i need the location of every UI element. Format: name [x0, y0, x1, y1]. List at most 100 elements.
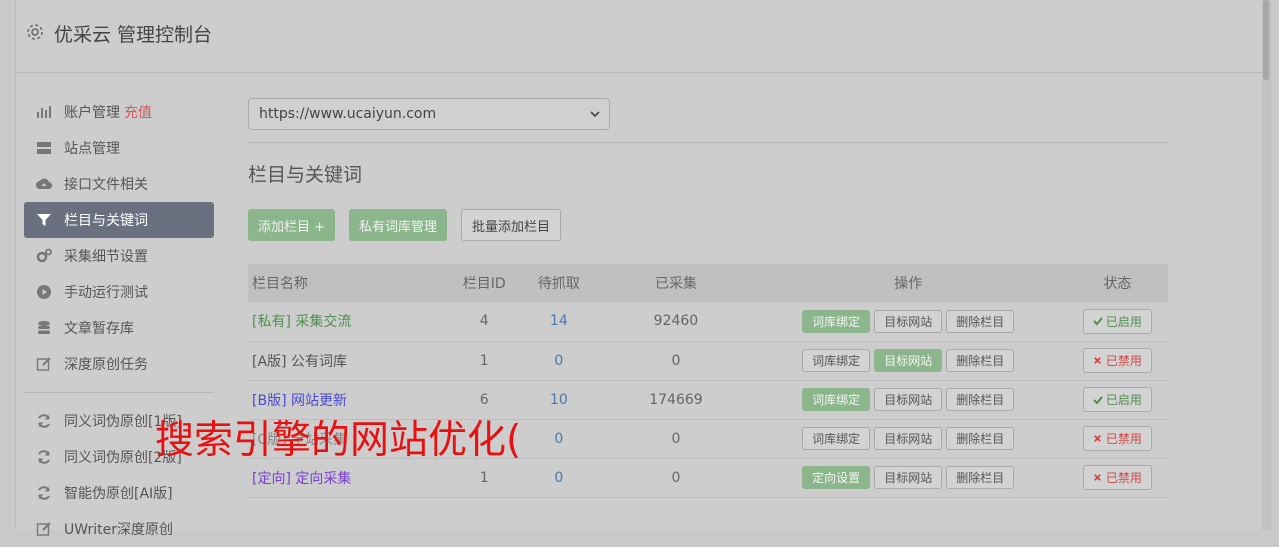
status-toggle[interactable]: 已禁用	[1082, 348, 1152, 373]
play-circle-icon	[36, 284, 52, 300]
sidebar-item-7[interactable]: 深度原创任务	[24, 346, 214, 382]
private-lib-button[interactable]: 私有词库管理	[349, 209, 448, 241]
sidebar-item-3[interactable]: 栏目与关键词	[24, 202, 214, 238]
section-title: 栏目与关键词	[248, 164, 363, 186]
status-toggle[interactable]: 已启用	[1082, 387, 1152, 412]
gear-icon	[25, 22, 45, 42]
collected-count: 0	[671, 352, 681, 369]
target-site-button[interactable]: 目标网站	[874, 388, 943, 411]
sidebar: 账户管理 充值站点管理接口文件相关 栏目与关键词 采集细节设置 手动运行测试 文章暂存库深…	[24, 94, 214, 547]
table-header: 栏目名称 栏目ID 待抓取 已采集 操作 状态	[248, 264, 1168, 302]
bind-lib-button[interactable]: 词库绑定	[802, 309, 871, 333]
column-name[interactable]: [A版] 公有词库	[248, 341, 453, 380]
pending-count[interactable]: 10	[515, 380, 602, 419]
status-label: 已启用	[1105, 393, 1142, 407]
status-label: 已禁用	[1105, 354, 1142, 368]
edit-icon	[36, 521, 52, 537]
pending-count[interactable]: 0	[515, 419, 602, 458]
add-column-button[interactable]: 添加栏目 +	[248, 209, 336, 241]
collected-count: 92460	[653, 313, 699, 330]
header-status: 状态	[1103, 276, 1132, 292]
status-toggle[interactable]: 已禁用	[1082, 426, 1152, 451]
delete-column-button[interactable]: 删除栏目	[946, 388, 1015, 411]
column-name[interactable]: [私有] 采集交流	[248, 302, 453, 341]
chevron-down-icon	[589, 108, 601, 124]
sidebar-item-4[interactable]: 采集细节设置	[24, 238, 214, 274]
bind-lib-button[interactable]: 词库绑定	[802, 388, 871, 411]
sidebar-item-6[interactable]: 文章暂存库	[24, 310, 214, 346]
cloud-upload-icon	[36, 176, 52, 192]
collected-count: 174669	[649, 391, 703, 408]
sidebar-item-11[interactable]: UWriter深度原创	[24, 511, 214, 547]
status-toggle[interactable]: 已禁用	[1082, 465, 1152, 490]
table-row: [私有] 采集交流 4 14 92460 词库绑定 目标网站 删除栏目 已启用	[248, 302, 1168, 341]
target-site-button[interactable]: 目标网站	[874, 466, 943, 489]
target-site-button[interactable]: 目标网站	[874, 349, 943, 372]
pending-count[interactable]: 0	[515, 458, 602, 497]
delete-column-button[interactable]: 删除栏目	[946, 427, 1015, 450]
recharge-badge[interactable]: 充值	[124, 102, 152, 122]
refresh-icon	[36, 449, 52, 465]
header-pending: 待抓取	[537, 276, 580, 292]
site-select-value: https://www.ucaiyun.com	[259, 106, 437, 122]
cogs-icon	[36, 248, 52, 264]
scrollbar[interactable]	[1262, 0, 1270, 530]
sidebar-item-0[interactable]: 账户管理 充值	[24, 94, 214, 130]
sidebar-item-label: 手动运行测试	[64, 285, 148, 301]
table-row: [A版] 公有词库 1 0 0 词库绑定 目标网站 删除栏目 已禁用	[248, 341, 1168, 380]
site-select[interactable]: https://www.ucaiyun.com	[248, 98, 610, 130]
divider	[248, 142, 1168, 143]
delete-column-button[interactable]: 删除栏目	[946, 309, 1015, 333]
status-toggle[interactable]: 已启用	[1082, 308, 1152, 334]
edit-icon	[36, 356, 52, 372]
scrollbar-thumb[interactable]	[1263, 0, 1269, 80]
sidebar-item-label: 栏目与关键词	[64, 213, 148, 229]
check-icon	[1093, 316, 1106, 326]
collected-count: 0	[671, 469, 681, 486]
sidebar-item-5[interactable]: 手动运行测试	[24, 274, 214, 310]
sidebar-item-label: 智能伪原创[AI版]	[64, 486, 173, 502]
overlay-text: 搜索引擎的网站优化(	[155, 418, 522, 463]
close-icon	[1093, 356, 1106, 365]
sidebar-item-label: 文章暂存库	[64, 321, 134, 337]
header-name: 栏目名称	[252, 276, 308, 292]
pending-count[interactable]: 0	[515, 341, 602, 380]
server-icon	[36, 140, 52, 156]
header-collected: 已采集	[654, 276, 697, 292]
sidebar-item-2[interactable]: 接口文件相关	[24, 166, 214, 202]
target-site-button[interactable]: 目标网站	[874, 309, 943, 333]
target-site-button[interactable]: 目标网站	[874, 427, 943, 450]
refresh-icon	[36, 413, 52, 429]
close-icon	[1093, 473, 1106, 482]
sidebar-item-label: 账户管理	[64, 105, 120, 121]
header-ops: 操作	[894, 276, 923, 292]
close-icon	[1093, 434, 1106, 443]
sidebar-item-label: 接口文件相关	[64, 177, 148, 193]
top-bar: 优采云 管理控制台	[16, 0, 1270, 73]
header-id: 栏目ID	[462, 276, 506, 292]
sidebar-item-label: 深度原创任务	[64, 357, 148, 373]
refresh-icon	[36, 485, 52, 501]
batch-add-button[interactable]: 批量添加栏目	[461, 209, 562, 241]
status-label: 已启用	[1105, 314, 1142, 329]
filter-icon	[36, 212, 52, 228]
collected-count: 0	[671, 430, 681, 447]
status-label: 已禁用	[1105, 471, 1142, 485]
bind-lib-button[interactable]: 词库绑定	[802, 349, 871, 372]
bar-chart-icon	[36, 104, 52, 120]
column-id: 4	[479, 313, 489, 330]
delete-column-button[interactable]: 删除栏目	[946, 466, 1015, 489]
bind-lib-button[interactable]: 定向设置	[802, 466, 871, 489]
sidebar-divider	[24, 392, 214, 393]
page-title: 优采云 管理控制台	[54, 24, 213, 46]
check-icon	[1093, 395, 1106, 405]
sidebar-item-label: 站点管理	[64, 141, 120, 157]
pending-count[interactable]: 14	[515, 302, 602, 341]
column-id: 1	[479, 352, 489, 369]
delete-column-button[interactable]: 删除栏目	[946, 349, 1015, 372]
sidebar-item-1[interactable]: 站点管理	[24, 130, 214, 166]
sidebar-item-10[interactable]: 智能伪原创[AI版]	[24, 475, 214, 511]
bind-lib-button[interactable]: 词库绑定	[802, 427, 871, 450]
sidebar-item-label: UWriter深度原创	[64, 522, 173, 538]
sidebar-item-label: 采集细节设置	[64, 249, 148, 265]
